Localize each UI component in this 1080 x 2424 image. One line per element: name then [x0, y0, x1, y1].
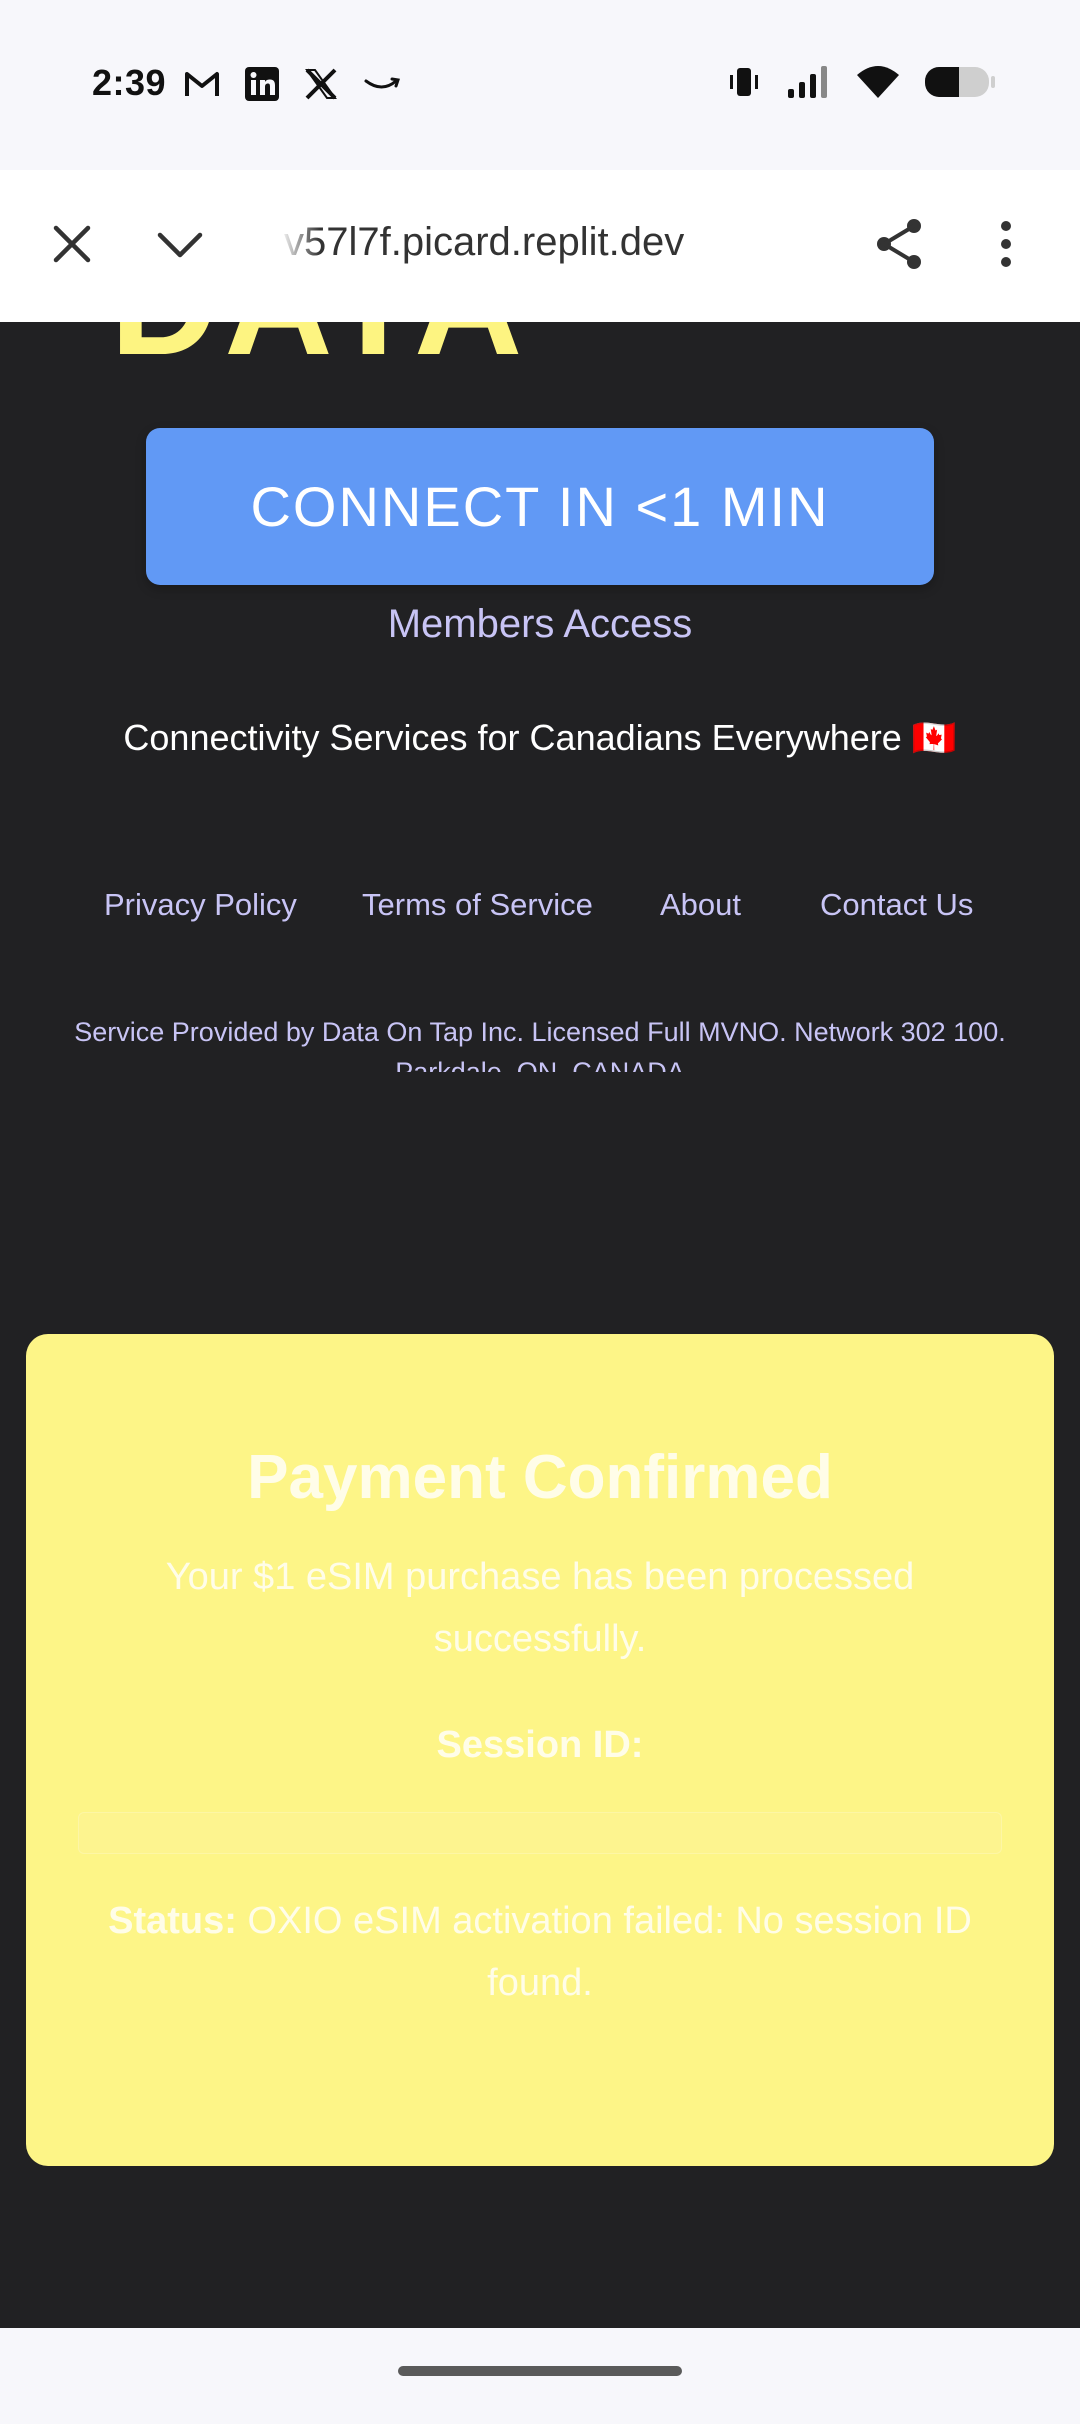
web-page: DATA CONNECT IN <1 MIN Members Access Co…: [0, 322, 1080, 2328]
legal-line-2: Parkdale, ON, CANADA: [395, 1057, 685, 1072]
minimize-button[interactable]: [152, 216, 208, 272]
close-tab-button[interactable]: [44, 216, 100, 272]
status-line: Status: OXIO eSIM activation failed: No …: [86, 1890, 994, 2014]
wifi-icon: [857, 66, 899, 98]
more-vert-icon: [1001, 221, 1011, 267]
signal-icon: [788, 66, 827, 98]
members-access-link[interactable]: Members Access: [0, 602, 1080, 647]
session-id-label: Session ID:: [436, 1724, 644, 1766]
payment-confirmation-card: Payment Confirmed Your $1 eSIM purchase …: [26, 1334, 1054, 2166]
footer-links: Privacy Policy Terms of Service About Co…: [0, 887, 1080, 937]
url-text[interactable]: v57l7f.picard.replit.dev: [284, 220, 684, 265]
logo-text: DATA: [110, 322, 528, 377]
legal-line-1: Service Provided by Data On Tap Inc. Lic…: [74, 1017, 1006, 1047]
confirmation-title: Payment Confirmed: [247, 1443, 833, 1512]
confirmation-message: Your $1 eSIM purchase has been processed…: [165, 1556, 915, 1660]
status-time: 2:39: [92, 62, 167, 103]
system-icons: [726, 64, 996, 100]
contact-us-link[interactable]: Contact Us: [820, 887, 973, 923]
x-icon: [305, 68, 337, 100]
tagline: Connectivity Services for Canadians Ever…: [123, 717, 957, 758]
about-link[interactable]: About: [660, 887, 741, 923]
privacy-policy-link[interactable]: Privacy Policy: [104, 887, 297, 923]
url-fade: [280, 210, 320, 280]
chevron-down-icon: [157, 232, 203, 258]
amazon-icon: [364, 77, 400, 89]
legal-notice: Service Provided by Data On Tap Inc. Lic…: [0, 1012, 1080, 1072]
status-text: OXIO eSIM activation failed: No session …: [236, 1900, 972, 2004]
linkedin-icon: [245, 67, 279, 101]
more-options-button[interactable]: [978, 216, 1034, 272]
share-icon: [877, 219, 921, 269]
notification-icons: [184, 66, 402, 102]
browser-toolbar: v57l7f.picard.replit.dev: [0, 170, 1080, 324]
battery-icon: [925, 67, 995, 97]
status-bar: 2:39: [0, 0, 1080, 170]
navigation-bar: [0, 2328, 1080, 2424]
home-indicator[interactable]: [398, 2366, 682, 2376]
terms-of-service-link[interactable]: Terms of Service: [362, 887, 593, 923]
connect-button[interactable]: CONNECT IN <1 MIN: [146, 428, 934, 585]
share-button[interactable]: [872, 216, 928, 272]
close-icon: [53, 225, 91, 263]
vibrate-icon: [730, 68, 758, 96]
status-label: Status:: [108, 1900, 237, 1942]
session-id-value: [78, 1812, 1002, 1854]
gmail-icon: [185, 72, 219, 96]
